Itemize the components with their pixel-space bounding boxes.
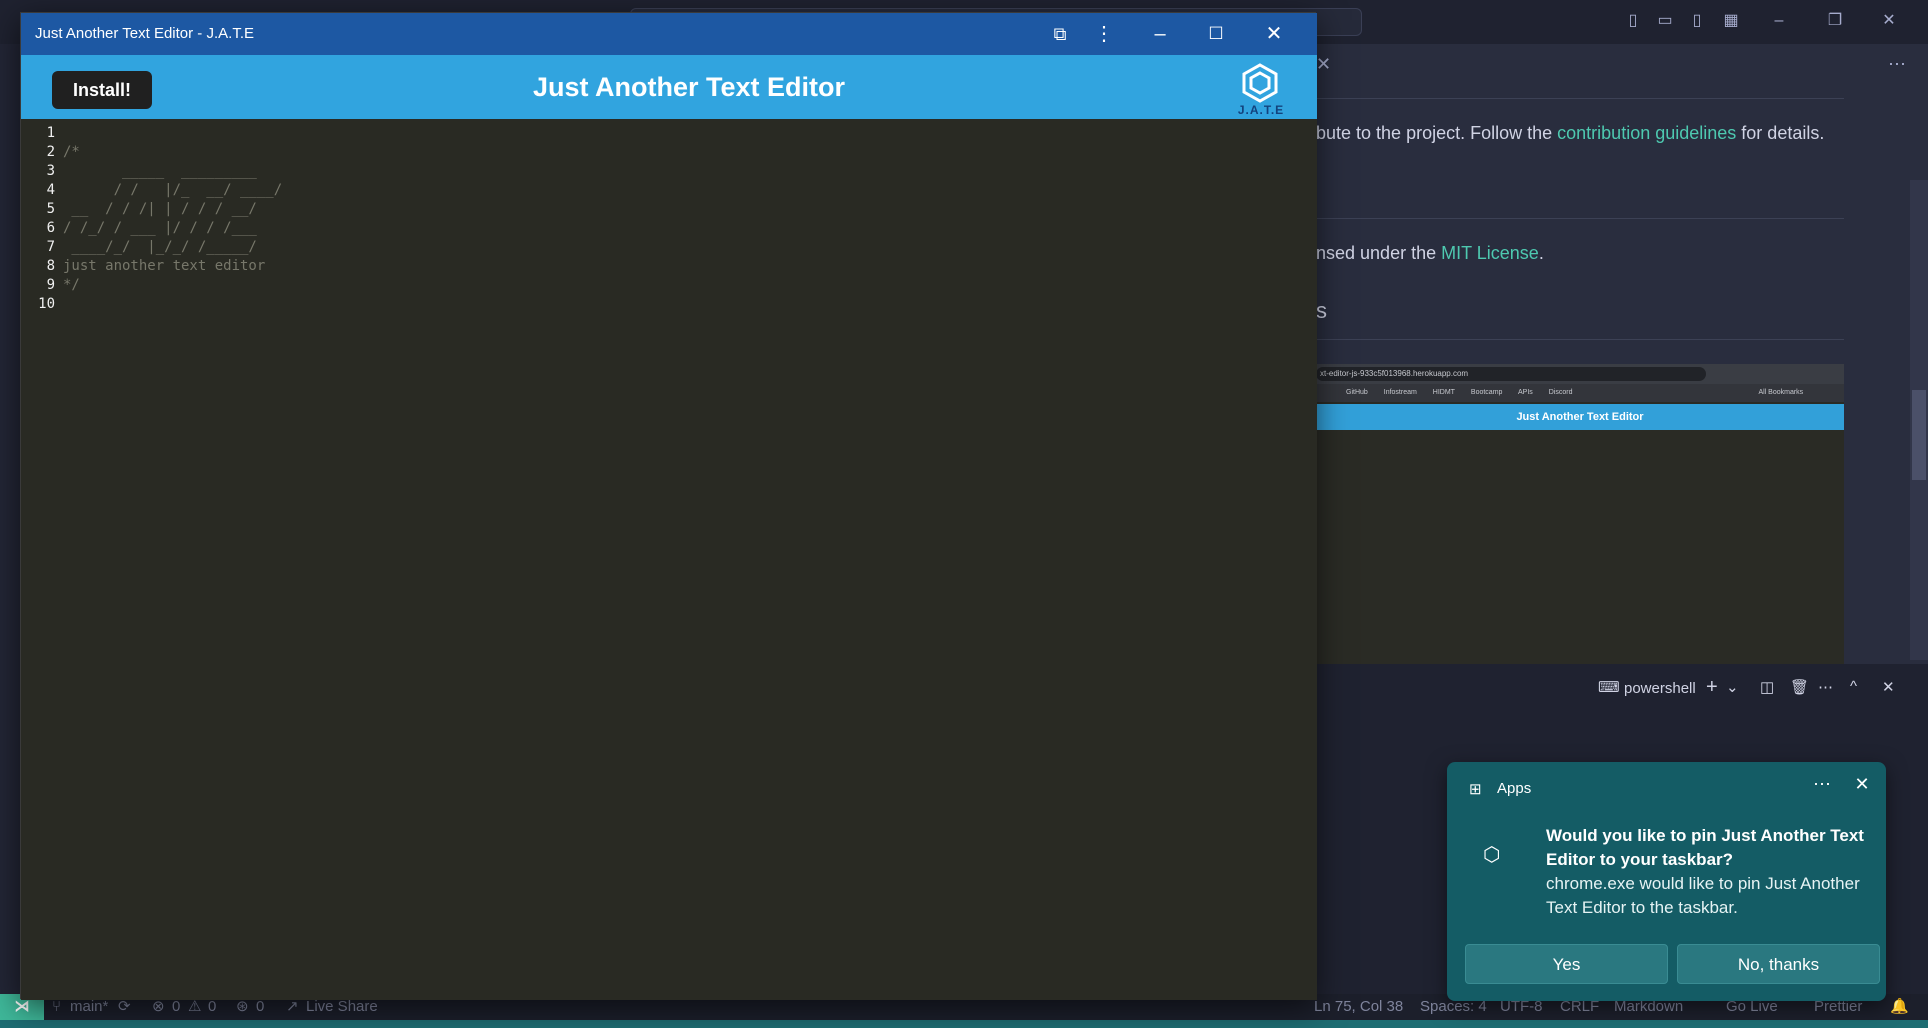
bookmark: Discord [1548, 389, 1573, 396]
line-number: 5 [46, 201, 55, 217]
cursor-position[interactable]: Ln 75, Col 38 [1314, 994, 1403, 1020]
line-number: 2 [46, 144, 55, 160]
apps-icon: ⊞ [1469, 781, 1482, 798]
terminal-toolbar: ⌨ powershell + ⌄ ◫ 🗑 ⋯ ^ ✕ [1316, 676, 1928, 702]
code-line[interactable]: / /_/ / ___ |/ / / /___ [63, 220, 257, 236]
toggle-primary-sidebar-icon[interactable]: ▯ [1624, 12, 1642, 30]
app-header [21, 55, 1317, 119]
readme-screenshot-image: xt-editor-js-933c5f013968.herokuapp.com … [1316, 364, 1844, 664]
new-terminal-icon[interactable]: + [1706, 676, 1718, 699]
line-number: 7 [46, 239, 55, 255]
code-line[interactable]: _____ _________ [63, 163, 257, 179]
app-titlebar: Just Another Text Editor - J.A.T.E ⧉ ⋮ –… [21, 13, 1317, 55]
bookmark: Infostream [1383, 389, 1417, 396]
readme-text: bute to the project. Follow the [1316, 123, 1553, 143]
code-line[interactable]: */ [63, 277, 80, 293]
code-editor[interactable]: 1 2 /* 3 _____ _________ 4 / / |/_ __/ ____/… [21, 119, 1317, 1000]
screenshot-app-header: Just Another Text Editor [1316, 404, 1844, 430]
close-panel-icon[interactable]: ✕ [1882, 678, 1895, 696]
bell-icon[interactable]: 🔔 [1890, 994, 1909, 1020]
divider [1316, 218, 1844, 219]
logo-text: J.A.T.E [1237, 103, 1285, 117]
yes-button[interactable]: Yes [1465, 944, 1668, 984]
trash-icon[interactable]: 🗑 [1790, 678, 1809, 696]
customize-layout-icon[interactable]: ▦ [1722, 12, 1740, 30]
close-icon[interactable]: ✕ [1880, 12, 1898, 30]
taskbar-strip [0, 1020, 1928, 1028]
line-number: 1 [46, 125, 55, 141]
readme-text: nsed under the [1316, 243, 1437, 263]
window-title: Just Another Text Editor - J.A.T.E [35, 25, 254, 42]
minimize-icon[interactable]: – [1770, 12, 1788, 30]
readme-scrollbar[interactable] [1910, 180, 1928, 660]
code-line[interactable]: __ / / /| | / / / __/ [63, 201, 256, 217]
pin-to-taskbar-notification: ⊞ Apps ⋯ ✕ ⬡ Would you like to pin Just … [1447, 762, 1886, 1001]
bookmark: Bootcamp [1470, 389, 1503, 396]
install-button[interactable]: Install! [52, 71, 152, 109]
screenshot-browser-bar: xt-editor-js-933c5f013968.herokuapp.com [1316, 364, 1844, 384]
bookmark: GitHub [1346, 389, 1368, 396]
code-line[interactable]: just another text editor [63, 258, 265, 274]
more-options-icon[interactable]: ⋯ [1807, 774, 1837, 795]
code-line[interactable]: ____/_/ |_/_/ /_____/ [63, 239, 256, 255]
restore-icon[interactable]: ❐ [1826, 12, 1844, 30]
terminal-icon: ⌨ [1598, 679, 1620, 696]
contribution-guidelines-link[interactable]: contribution guidelines [1557, 123, 1736, 143]
vscode-activity-bar [0, 44, 20, 994]
close-icon[interactable]: ✕ [1251, 13, 1297, 55]
bookmark: All Bookmarks [1758, 389, 1804, 396]
minimize-icon[interactable]: – [1137, 13, 1183, 55]
line-number: 4 [46, 182, 55, 198]
more-actions-icon[interactable]: ⋯ [1888, 54, 1906, 75]
notification-detail: chrome.exe would like to pin Just Anothe… [1546, 874, 1860, 917]
no-thanks-button[interactable]: No, thanks [1677, 944, 1880, 984]
line-number: 3 [46, 163, 55, 179]
readme-text: . [1538, 243, 1544, 263]
bookmark: HIDMT [1432, 389, 1455, 396]
more-actions-icon[interactable]: ⋯ [1818, 678, 1833, 696]
extensions-icon[interactable]: ⧉ [1037, 13, 1083, 55]
line-number: 9 [46, 277, 55, 293]
notification-source: Apps [1497, 780, 1532, 797]
close-icon[interactable]: ✕ [1847, 774, 1877, 795]
app-menu-icon[interactable]: ⋮ [1081, 13, 1127, 55]
readme-license-text: nsed under the MIT License. [1316, 243, 1544, 264]
line-number: 10 [38, 296, 55, 312]
chevron-down-icon[interactable]: ⌄ [1726, 678, 1739, 696]
bookmark: APIs [1518, 389, 1533, 396]
line-number: 8 [46, 258, 55, 274]
screenshot-bookmarks-bar: GitHub Infostream HIDMT Bootcamp APIs Di… [1316, 384, 1844, 402]
toggle-panel-icon[interactable]: ▭ [1656, 12, 1674, 30]
mit-license-link[interactable]: MIT License [1441, 243, 1539, 263]
toggle-secondary-sidebar-icon[interactable]: ▯ [1688, 12, 1706, 30]
jate-app-icon: ⬡ [1483, 844, 1501, 866]
divider [1316, 98, 1844, 99]
code-line[interactable]: /* [63, 144, 80, 160]
divider [1316, 339, 1844, 340]
code-line[interactable]: / / |/_ __/ ____/ [63, 182, 283, 198]
tab-close-icon[interactable]: ✕ [1316, 54, 1331, 75]
readme-heading: s [1316, 298, 1327, 323]
maximize-icon[interactable]: ☐ [1193, 13, 1239, 55]
line-number: 6 [46, 220, 55, 236]
notification-message: Would you like to pin Just Another Text … [1546, 826, 1864, 869]
readme-contributing-text: bute to the project. Follow the contribu… [1316, 123, 1824, 144]
jate-app-window: Just Another Text Editor - J.A.T.E ⧉ ⋮ –… [20, 12, 1317, 1000]
screenshot-url: xt-editor-js-933c5f013968.herokuapp.com [1316, 367, 1706, 381]
readme-text: for details. [1741, 123, 1825, 143]
split-terminal-icon[interactable]: ◫ [1760, 678, 1774, 696]
scrollbar-thumb[interactable] [1912, 390, 1926, 480]
terminal-shell-label[interactable]: powershell [1624, 680, 1696, 697]
maximize-panel-icon[interactable]: ^ [1850, 678, 1857, 695]
